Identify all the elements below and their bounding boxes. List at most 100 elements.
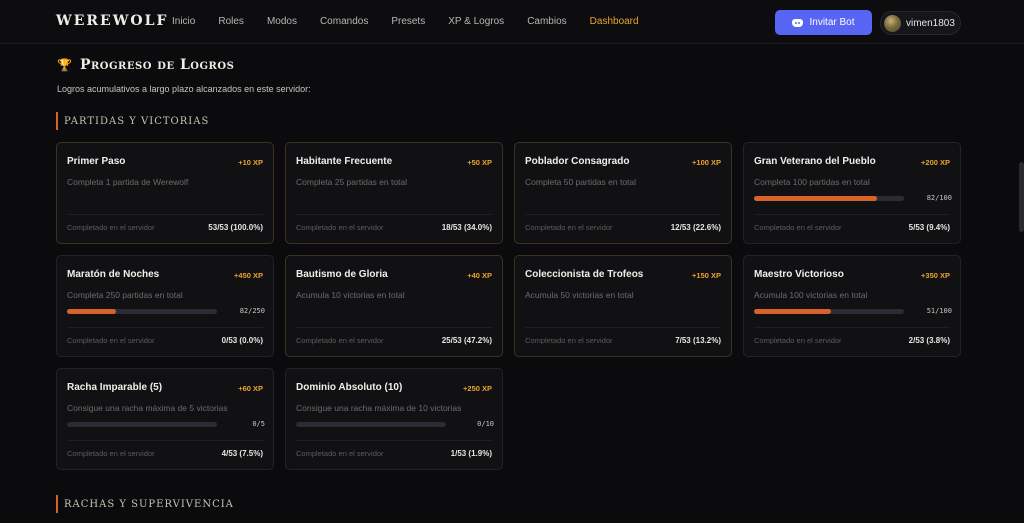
- achievement-name: Bautismo de Gloria: [296, 269, 388, 280]
- trophy-icon: 🏆: [57, 58, 72, 72]
- achievement-card: Poblador Consagrado +100 XP Completa 50 pa…: [514, 142, 732, 244]
- achievement-name: Poblador Consagrado: [525, 156, 630, 167]
- achievement-name: Habitante Frecuente: [296, 156, 393, 167]
- card-footer: Completado en el servidor 2/53 (3.8%): [754, 336, 950, 345]
- nav-link-modos[interactable]: Modos: [267, 16, 297, 27]
- card-divider: [754, 327, 950, 328]
- progress-text: 0/5: [252, 420, 265, 428]
- achievement-xp: +50 XP: [467, 158, 492, 167]
- completion-stat: 12/53 (22.6%): [670, 223, 721, 232]
- card-divider: [296, 440, 492, 441]
- achievement-card: Dominio Absoluto (10) +250 XP Consigue una…: [285, 368, 503, 470]
- achievement-xp: +40 XP: [467, 271, 492, 280]
- achievement-name: Gran Veterano del Pueblo: [754, 156, 876, 167]
- achievement-description: Completa 1 partida de Werewolf: [67, 177, 189, 187]
- completion-stat: 0/53 (0.0%): [221, 336, 263, 345]
- completion-stat: 2/53 (3.8%): [908, 336, 950, 345]
- progress-text: 82/250: [239, 307, 265, 315]
- top-navbar: WEREWOLF Inicio Roles Modos Comandos Pre…: [0, 0, 1024, 44]
- card-footer: Completado en el servidor 4/53 (7.5%): [67, 449, 263, 458]
- card-footer: Completado en el servidor 5/53 (9.4%): [754, 223, 950, 232]
- completion-label: Completado en el servidor: [525, 223, 613, 232]
- progress-track: [754, 309, 904, 314]
- progress-text: 0/10: [477, 420, 494, 428]
- completion-stat: 5/53 (9.4%): [908, 223, 950, 232]
- username: vimen1803: [906, 17, 955, 29]
- avatar: [884, 14, 901, 32]
- card-footer: Completado en el servidor 18/53 (34.0%): [296, 223, 492, 232]
- completion-stat: 7/53 (13.2%): [675, 336, 721, 345]
- section-title: Rachas y supervivencia: [64, 498, 234, 510]
- card-divider: [296, 214, 492, 215]
- card-footer: Completado en el servidor 1/53 (1.9%): [296, 449, 492, 458]
- section-accent-bar: [56, 495, 58, 513]
- page-title: 🏆 Progreso de Logros: [57, 57, 234, 73]
- page-subtitle: Logros acumulativos a largo plazo alcanz…: [57, 84, 311, 94]
- achievement-card: Bautismo de Gloria +40 XP Acumula 10 victo…: [285, 255, 503, 357]
- brand-logo[interactable]: WEREWOLF: [56, 13, 168, 29]
- completion-stat: 1/53 (1.9%): [450, 449, 492, 458]
- achievement-card: Habitante Frecuente +50 XP Completa 25 par…: [285, 142, 503, 244]
- completion-stat: 25/53 (47.2%): [441, 336, 492, 345]
- achievement-grid: Primer Paso +10 XP Completa 1 partida de W…: [56, 142, 961, 470]
- progress-fill: [754, 309, 831, 314]
- section-heading-partidas: Partidas y victorias: [56, 112, 209, 130]
- progress-bar: 0/5: [67, 420, 265, 428]
- card-footer: Completado en el servidor 53/53 (100.0%): [67, 223, 263, 232]
- card-divider: [67, 327, 263, 328]
- achievement-card: Maestro Victorioso +350 XP Acumula 100 vic…: [743, 255, 961, 357]
- achievement-card: Primer Paso +10 XP Completa 1 partida de W…: [56, 142, 274, 244]
- achievement-xp: +250 XP: [463, 384, 492, 393]
- achievement-description: Consigue una racha máxima de 10 victoria…: [296, 403, 462, 413]
- completion-label: Completado en el servidor: [296, 449, 384, 458]
- nav-link-dashboard[interactable]: Dashboard: [590, 16, 639, 27]
- completion-label: Completado en el servidor: [754, 223, 842, 232]
- scrollbar-thumb[interactable]: [1019, 162, 1024, 232]
- achievement-xp: +10 XP: [238, 158, 263, 167]
- achievement-xp: +350 XP: [921, 271, 950, 280]
- section-heading-rachas: Rachas y supervivencia: [56, 495, 234, 513]
- progress-fill: [754, 196, 877, 201]
- achievement-card: Maratón de Noches +450 XP Completa 250 par…: [56, 255, 274, 357]
- completion-stat: 53/53 (100.0%): [208, 223, 263, 232]
- progress-text: 82/100: [926, 194, 952, 202]
- discord-icon: [792, 18, 804, 27]
- card-footer: Completado en el servidor 0/53 (0.0%): [67, 336, 263, 345]
- card-divider: [296, 327, 492, 328]
- completion-label: Completado en el servidor: [67, 336, 155, 345]
- completion-label: Completado en el servidor: [67, 223, 155, 232]
- progress-track: [67, 422, 217, 427]
- card-divider: [67, 214, 263, 215]
- achievement-xp: +450 XP: [234, 271, 263, 280]
- achievement-card: Gran Veterano del Pueblo +200 XP Completa …: [743, 142, 961, 244]
- completion-stat: 4/53 (7.5%): [221, 449, 263, 458]
- achievement-name: Racha Imparable (5): [67, 382, 163, 393]
- nav-link-presets[interactable]: Presets: [391, 16, 425, 27]
- section-accent-bar: [56, 112, 58, 130]
- achievement-xp: +200 XP: [921, 158, 950, 167]
- achievement-name: Primer Paso: [67, 156, 126, 167]
- achievement-xp: +100 XP: [692, 158, 721, 167]
- nav-link-cambios[interactable]: Cambios: [527, 16, 566, 27]
- invite-bot-button[interactable]: Invitar Bot: [775, 10, 872, 35]
- completion-label: Completado en el servidor: [754, 336, 842, 345]
- nav-link-inicio[interactable]: Inicio: [172, 16, 195, 27]
- nav-link-comandos[interactable]: Comandos: [320, 16, 368, 27]
- achievement-card: Racha Imparable (5) +60 XP Consigue una ra…: [56, 368, 274, 470]
- nav-link-roles[interactable]: Roles: [218, 16, 244, 27]
- progress-track: [67, 309, 217, 314]
- achievement-description: Completa 50 partidas en total: [525, 177, 637, 187]
- achievement-description: Acumula 100 victorias en total: [754, 290, 868, 300]
- achievement-xp: +60 XP: [238, 384, 263, 393]
- completion-label: Completado en el servidor: [525, 336, 613, 345]
- achievement-description: Completa 250 partidas en total: [67, 290, 183, 300]
- nav-link-xp-logros[interactable]: XP & Logros: [448, 16, 504, 27]
- achievement-description: Completa 25 partidas en total: [296, 177, 408, 187]
- user-menu[interactable]: vimen1803: [880, 11, 961, 35]
- progress-track: [296, 422, 446, 427]
- progress-track: [754, 196, 904, 201]
- card-footer: Completado en el servidor 12/53 (22.6%): [525, 223, 721, 232]
- progress-bar: 0/10: [296, 420, 494, 428]
- achievement-name: Maratón de Noches: [67, 269, 160, 280]
- achievement-description: Acumula 10 victorias en total: [296, 290, 405, 300]
